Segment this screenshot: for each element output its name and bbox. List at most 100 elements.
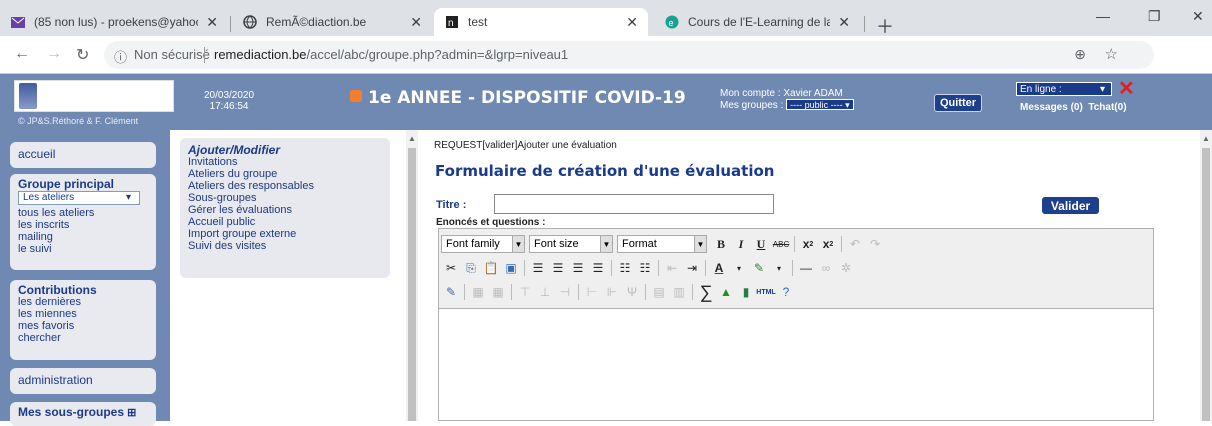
title-input[interactable] [494,194,774,214]
link-search[interactable]: chercher [18,332,148,344]
row-before-icon[interactable]: ⊤ [515,282,535,302]
home-link-box[interactable]: accueil [10,142,156,168]
text-color-icon[interactable]: A [709,258,729,278]
align-right-icon[interactable]: ☰ [568,258,588,278]
link-mine[interactable]: les miennes [18,308,148,320]
media-icon[interactable]: ▮ [736,282,756,302]
indent-icon[interactable]: ⇥ [682,258,702,278]
align-justify-icon[interactable]: ☰ [588,258,608,278]
help-icon[interactable]: ? [776,282,796,302]
menu-item-subgroups[interactable]: Sous-groupes [188,192,382,204]
main-group-select[interactable]: Les ateliers ▾ [18,191,140,205]
url-text[interactable]: remediaction.be/accel/abc/groupe.php?adm… [214,47,568,62]
undo-icon[interactable]: ↶ [845,234,865,254]
format-select[interactable]: Format ▼ [617,235,707,253]
row-after-icon[interactable]: ⊥ [535,282,555,302]
cut-icon[interactable]: ✂ [441,258,461,278]
menu-item-manager-workshops[interactable]: Ateliers des responsables [188,180,382,192]
bold-icon[interactable]: B [711,234,731,254]
messages-link[interactable]: Messages (0) [1020,102,1083,113]
unlink-icon[interactable]: ✲ [836,258,856,278]
edit-icon[interactable]: ✎ [441,282,461,302]
font-family-select[interactable]: Font family ▼ [441,235,525,253]
horizontal-rule-icon[interactable]: — [796,258,816,278]
underline-icon[interactable]: U [751,234,771,254]
html-icon[interactable]: HTML [756,282,776,302]
align-center-icon[interactable]: ☰ [548,258,568,278]
sum-icon[interactable]: ∑ [696,282,716,302]
link-latest[interactable]: les dernières [18,296,148,308]
chevron-down-icon[interactable]: ▾ [769,258,789,278]
superscript-icon[interactable]: x2 [818,234,838,254]
window-close-icon[interactable]: ✕ [1192,8,1204,25]
admin-link[interactable]: administration [18,372,148,389]
link-registered[interactable]: les inscrits [18,219,148,231]
page-scrollbar[interactable]: ▲ [1200,130,1212,421]
scrollbar-thumb[interactable] [408,148,416,421]
copy-icon[interactable]: ⎘ [461,258,481,278]
reload-icon[interactable]: ↻ [76,45,89,65]
menu-item-visit-tracking[interactable]: Suivi des visites [188,240,382,252]
minimize-icon[interactable]: — [1096,8,1110,24]
groups-select[interactable]: ---- public ---- ▾ [786,99,854,110]
menu-item-invitations[interactable]: Invitations [188,156,382,168]
table-icon[interactable]: ▦ [468,282,488,302]
chevron-down-icon[interactable]: ▾ [729,258,749,278]
submit-button[interactable]: Valider [1042,197,1099,214]
link-mailing[interactable]: mailing [18,231,148,243]
menu-item-public-home[interactable]: Accueil public [188,216,382,228]
bookmark-star-icon[interactable]: ☆ [1105,45,1118,63]
admin-link-box[interactable]: administration [10,368,156,394]
close-icon[interactable]: ✕ [206,14,218,31]
link-icon[interactable]: ∞ [816,258,836,278]
menu-item-group-workshops[interactable]: Ateliers du groupe [188,168,382,180]
image-icon[interactable]: ▲ [716,282,736,302]
outdent-icon[interactable]: ⇤ [662,258,682,278]
rss-icon[interactable] [350,90,362,102]
table-props-icon[interactable]: ▦ [488,282,508,302]
link-all-workshops[interactable]: tous les ateliers [18,207,148,219]
scrollbar-thumb[interactable] [1202,148,1210,421]
forward-arrow-icon[interactable]: → [46,45,62,63]
highlight-color-icon[interactable]: ✎ [749,258,769,278]
menu-item-import-group[interactable]: Import groupe externe [188,228,382,240]
account-label[interactable]: Mon compte : Xavier ADAM [720,88,843,99]
tab-test[interactable]: n test ✕ [434,8,648,36]
quit-button[interactable]: Quitter [934,94,982,112]
tab-mail[interactable]: (85 non lus) - proekens@yahoo.fr ✕ [0,8,228,36]
scroll-up-icon[interactable]: ▲ [1202,134,1210,143]
tab-remediaction[interactable]: RemÃ©diaction.be ✕ [232,8,432,36]
close-icon[interactable]: ✕ [626,14,638,31]
menu-item-manage-evaluations[interactable]: Gérer les évaluations [188,204,382,216]
menu-scrollbar[interactable]: ▲ [406,130,418,421]
home-link[interactable]: accueil [18,146,148,163]
delete-row-icon[interactable]: ⊣ [555,282,575,302]
merge-cells-icon[interactable]: ▥ [669,282,689,302]
scroll-up-icon[interactable]: ▲ [408,134,416,143]
paste-icon[interactable]: 📋 [481,258,501,278]
subscript-icon[interactable]: x2 [798,234,818,254]
font-size-select[interactable]: Font size ▼ [529,235,613,253]
bullet-list-icon[interactable]: ☷ [615,258,635,278]
col-after-icon[interactable]: ⊩ [602,282,622,302]
back-arrow-icon[interactable]: ← [14,45,30,63]
zoom-icon[interactable]: ⊕ [1074,46,1086,63]
restore-icon[interactable]: ❐ [1148,8,1161,25]
close-icon[interactable]: ✕ [838,14,850,31]
delete-col-icon[interactable]: Ψ [622,282,642,302]
info-icon[interactable]: ⓘ [114,47,127,66]
split-cells-icon[interactable]: ▤ [649,282,669,302]
paste-word-icon[interactable]: ▣ [501,258,521,278]
url-field[interactable]: ⓘ Non sécurisé remediaction.be/accel/abc… [104,41,1154,69]
editor-body[interactable] [439,309,1153,420]
chat-link[interactable]: Tchat(0) [1088,102,1126,113]
italic-icon[interactable]: I [731,234,751,254]
redo-icon[interactable]: ↷ [865,234,885,254]
expand-icon[interactable]: ⊞ [127,407,136,419]
col-before-icon[interactable]: ⊢ [582,282,602,302]
tab-elearning[interactable]: e Cours de l'E-Learning de la CFWB ✕ [654,8,860,36]
status-select[interactable]: En ligne : ▾ [1016,82,1112,96]
link-favorites[interactable]: mes favoris [18,320,148,332]
numbered-list-icon[interactable]: ☷ [635,258,655,278]
disconnect-icon[interactable]: ✕ [1118,76,1135,101]
